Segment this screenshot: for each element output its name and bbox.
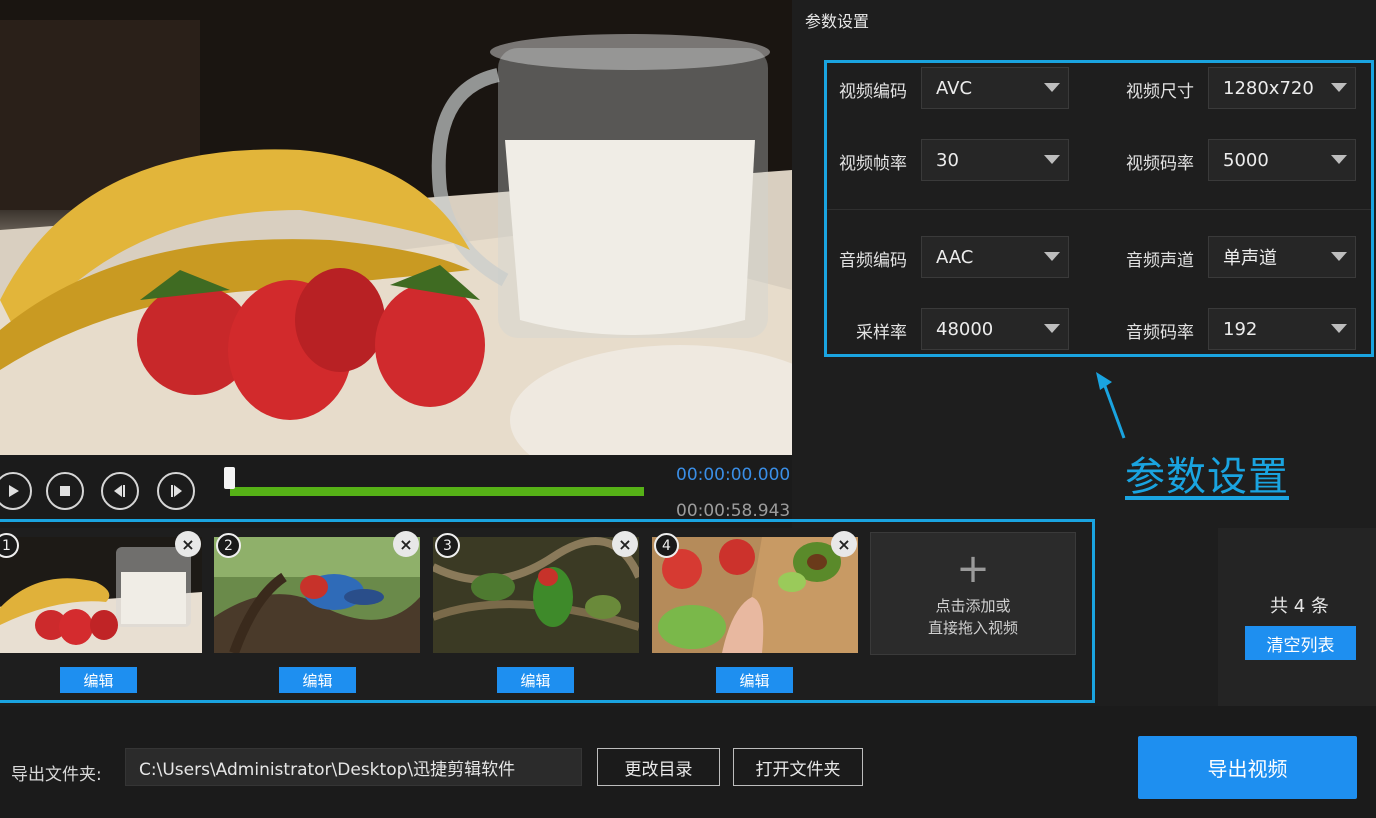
export-folder-label: 导出文件夹:: [11, 765, 102, 785]
remove-clip-4-close-icon[interactable]: ×: [831, 531, 857, 557]
video-preview[interactable]: [0, 0, 792, 455]
annotation-arrow-icon: [1096, 372, 1126, 439]
clip-1-image: [0, 537, 202, 653]
clip-3-image: [433, 537, 639, 653]
edit-clip-3-button[interactable]: 编辑: [497, 667, 574, 693]
clip-number-badge: 4: [654, 533, 679, 558]
chevron-down-icon: [1331, 324, 1347, 333]
video-bitrate-label: 视频码率: [1126, 154, 1194, 174]
clip-number-badge: 2: [216, 533, 241, 558]
add-video-hint-line1: 点击添加或: [935, 596, 1011, 615]
clip-4-image: [652, 537, 858, 653]
chevron-down-icon: [1044, 155, 1060, 164]
remove-clip-1-close-icon[interactable]: ×: [175, 531, 201, 557]
progress-handle[interactable]: [224, 467, 235, 489]
change-directory-button[interactable]: 更改目录: [597, 748, 720, 786]
clip-thumbnail-3[interactable]: [433, 537, 639, 653]
parameter-panel: 参数设置 视频编码 AVC 视频尺寸 1280x720 视频帧率 30 视频码率…: [792, 0, 1376, 528]
video-size-value: 1280x720: [1223, 77, 1314, 99]
chevron-down-icon: [1044, 83, 1060, 92]
clip-list-side-panel: 共 4 条 清空列表: [1218, 528, 1376, 706]
audio-codec-value: AAC: [936, 246, 974, 268]
progress-track[interactable]: [230, 487, 644, 496]
play-button[interactable]: [0, 472, 32, 510]
add-video-hint: 点击添加或 直接拖入视频: [928, 595, 1018, 639]
total-duration: 00:00:58.943: [676, 501, 791, 521]
video-fps-value: 30: [936, 149, 959, 171]
sample-rate-value: 48000: [936, 318, 994, 340]
video-codec-value: AVC: [936, 77, 973, 99]
remove-clip-3-close-icon[interactable]: ×: [612, 531, 638, 557]
previous-frame-button[interactable]: [101, 472, 139, 510]
video-codec-select[interactable]: AVC: [921, 67, 1069, 109]
chevron-down-icon: [1044, 324, 1060, 333]
audio-codec-label: 音频编码: [839, 251, 907, 271]
chevron-down-icon: [1331, 252, 1347, 261]
plus-icon: +: [956, 545, 990, 592]
clear-list-button[interactable]: 清空列表: [1245, 626, 1356, 660]
player-controls: 00:00:00.000 00:00:58.943: [0, 455, 792, 528]
audio-channel-value: 单声道: [1223, 248, 1277, 269]
edit-clip-4-button[interactable]: 编辑: [716, 667, 793, 693]
video-fps-select[interactable]: 30: [921, 139, 1069, 181]
step-backward-icon: [114, 485, 125, 497]
clip-number-badge: 3: [435, 533, 460, 558]
annotation-label: 参数设置: [1125, 454, 1289, 500]
export-video-button[interactable]: 导出视频: [1138, 736, 1357, 799]
clip-thumbnail-2[interactable]: [214, 537, 420, 653]
video-size-select[interactable]: 1280x720: [1208, 67, 1356, 109]
edit-clip-2-button[interactable]: 编辑: [279, 667, 356, 693]
add-video-hint-line2: 直接拖入视频: [927, 618, 1018, 637]
chevron-down-icon: [1331, 83, 1347, 92]
audio-bitrate-value: 192: [1223, 318, 1258, 340]
video-bitrate-select[interactable]: 5000: [1208, 139, 1356, 181]
video-codec-label: 视频编码: [839, 82, 907, 102]
chevron-down-icon: [1044, 252, 1060, 261]
clip-count: 共 4 条: [1270, 596, 1329, 617]
audio-channel-label: 音频声道: [1126, 251, 1194, 271]
remove-clip-2-close-icon[interactable]: ×: [393, 531, 419, 557]
audio-channel-select[interactable]: 单声道: [1208, 236, 1356, 278]
current-time: 00:00:00.000: [676, 465, 791, 485]
stop-button[interactable]: [46, 472, 84, 510]
preview-frame-image: [0, 0, 792, 455]
clip-thumbnail-1[interactable]: [0, 537, 202, 653]
params-highlight-box: 视频编码 AVC 视频尺寸 1280x720 视频帧率 30 视频码率 5000…: [824, 60, 1374, 357]
play-icon: [9, 485, 19, 497]
video-fps-label: 视频帧率: [839, 154, 907, 174]
clip-thumbnail-4[interactable]: [652, 537, 858, 653]
sample-rate-label: 采样率: [856, 323, 907, 343]
export-bar: 导出文件夹: 更改目录 打开文件夹 导出视频: [0, 706, 1376, 818]
video-size-label: 视频尺寸: [1126, 82, 1194, 102]
edit-clip-1-button[interactable]: 编辑: [60, 667, 137, 693]
sample-rate-select[interactable]: 48000: [921, 308, 1069, 350]
audio-bitrate-label: 音频码率: [1126, 323, 1194, 343]
clip-2-image: [214, 537, 420, 653]
chevron-down-icon: [1331, 155, 1347, 164]
params-divider: [827, 209, 1371, 210]
next-frame-button[interactable]: [157, 472, 195, 510]
open-folder-button[interactable]: 打开文件夹: [733, 748, 863, 786]
video-bitrate-value: 5000: [1223, 149, 1269, 171]
stop-icon: [60, 486, 70, 496]
step-forward-icon: [171, 485, 182, 497]
audio-codec-select[interactable]: AAC: [921, 236, 1069, 278]
audio-bitrate-select[interactable]: 192: [1208, 308, 1356, 350]
add-video-tile[interactable]: + 点击添加或 直接拖入视频: [870, 532, 1076, 655]
export-path-input[interactable]: [125, 748, 582, 786]
params-title: 参数设置: [805, 12, 870, 31]
